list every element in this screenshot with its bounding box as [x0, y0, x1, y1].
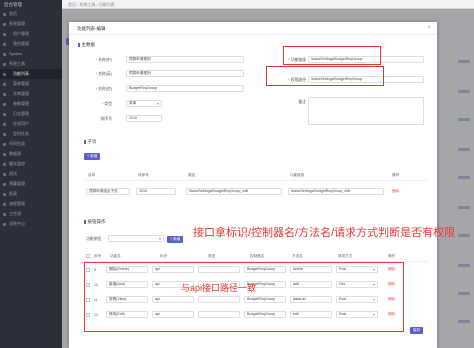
sidebar-item[interactable]: 消息中心: [0, 219, 62, 229]
action-header-op: 操作: [388, 254, 396, 258]
app-logo: 后台管理: [4, 2, 22, 7]
sidebar-item[interactable]: 首页: [0, 9, 62, 19]
sidebar-item[interactable]: 工作流: [0, 209, 62, 219]
remark-textarea[interactable]: [308, 97, 424, 125]
add-child-button[interactable]: +新增: [84, 153, 101, 160]
sidebar-item[interactable]: 测试: [0, 169, 62, 179]
perm-path-highlight: [266, 66, 384, 86]
close-icon[interactable]: ×: [427, 22, 431, 35]
child-header-path: 路径: [188, 173, 196, 177]
sidebar-item[interactable]: 字典管理: [0, 89, 62, 99]
child-delete-link[interactable]: 删除: [392, 189, 399, 194]
sidebar-item[interactable]: 流程管理: [0, 199, 62, 209]
action-rows-highlight: [84, 262, 404, 332]
action-section-title: 按钮操作: [84, 219, 106, 225]
select-all-checkbox[interactable]: [86, 254, 90, 258]
sidebar-item[interactable]: 数据源: [0, 149, 62, 159]
sidebar-item[interactable]: 参数管理: [0, 99, 62, 109]
save-button[interactable]: 保存: [410, 327, 424, 334]
divider: [84, 180, 428, 181]
action-header-type: 类型: [208, 254, 216, 258]
name-en-input[interactable]: 预算申请规则: [126, 70, 244, 77]
action-header-req: 请求方式: [338, 254, 353, 258]
sidebar-item[interactable]: System: [0, 49, 62, 59]
action-header-ctrl: 控制器名: [250, 254, 265, 258]
sidebar-item[interactable]: 定时任务: [0, 129, 62, 139]
name-cn-label: * 名称(中): [95, 58, 112, 62]
dialog-header: 功能列表-编辑 ×: [69, 22, 437, 35]
name-en-label: * 名称(英): [95, 72, 112, 76]
annotation-middle: 与api接口路径一致: [181, 283, 257, 293]
type-select[interactable]: 菜单: [126, 100, 162, 107]
sidebar-item[interactable]: 角色管理: [0, 39, 62, 49]
remark-label: 备注: [298, 100, 306, 104]
add-action-button[interactable]: +新增: [167, 236, 184, 243]
sidebar-item[interactable]: 用户管理: [0, 29, 62, 39]
sidebar-item[interactable]: 系统管理: [0, 19, 62, 29]
child-sort-input[interactable]: 1010: [136, 188, 176, 195]
action-header-tag: 标识: [160, 254, 168, 258]
sidebar-item[interactable]: 菜单管理: [0, 79, 62, 89]
sidebar-item[interactable]: 功能列表: [0, 69, 62, 79]
action-header-no: 序号: [94, 254, 102, 258]
dialog-title: 功能列表-编辑: [77, 26, 106, 31]
sort-label: 排序号: [100, 117, 112, 121]
child-section-title: 子页: [84, 139, 97, 145]
sidebar-item[interactable]: 缓存监控: [0, 159, 62, 169]
sidebar-item[interactable]: 报表: [0, 189, 62, 199]
action-filter-label: 功能按钮: [86, 237, 102, 241]
action-header-name: 功能名: [110, 254, 121, 258]
sidebar: 后台管理 首页 系统管理 用户管理 角色管理 System 系统工具 功能列表 菜单管理 字典管…: [0, 0, 62, 348]
sidebar-item[interactable]: 日志管理: [0, 109, 62, 119]
main-data-title: 主数据: [78, 42, 96, 48]
fn-link-highlight: [283, 46, 381, 65]
action-filter-select[interactable]: [108, 235, 164, 242]
child-header-name: 名称: [88, 173, 96, 177]
sidebar-item[interactable]: 预算管理: [0, 179, 62, 189]
child-header-sort: 排序号: [138, 173, 149, 177]
controller-label: * 名称(控): [95, 87, 112, 91]
controller-input[interactable]: BudgetReqGroup: [126, 85, 244, 92]
sort-input[interactable]: 1010: [126, 115, 162, 122]
child-header-link: 功能链接: [290, 173, 305, 177]
sidebar-item[interactable]: 代码生成: [0, 139, 62, 149]
sidebar-item[interactable]: 在线用户: [0, 119, 62, 129]
name-cn-input[interactable]: 预算申请规则: [126, 56, 244, 63]
type-label: * 类型: [101, 102, 112, 106]
annotation-top: 接口拿标识/控制器名/方法名/请求方式判断是否有权限: [193, 227, 456, 239]
action-header-method: 方法名: [292, 254, 303, 258]
child-name-input[interactable]: 预算申请组合子页: [86, 188, 130, 195]
child-path-input[interactable]: /basicSettings/BudgetReqGroup_edit: [186, 188, 282, 195]
breadcrumb: 首页 / 系统工具 / 功能列表: [62, 0, 474, 9]
child-header-op: 操作: [392, 173, 400, 177]
child-link-input[interactable]: /basicSettings/BudgetReqGroup_edit: [288, 188, 384, 195]
sidebar-item[interactable]: 系统工具: [0, 59, 62, 69]
